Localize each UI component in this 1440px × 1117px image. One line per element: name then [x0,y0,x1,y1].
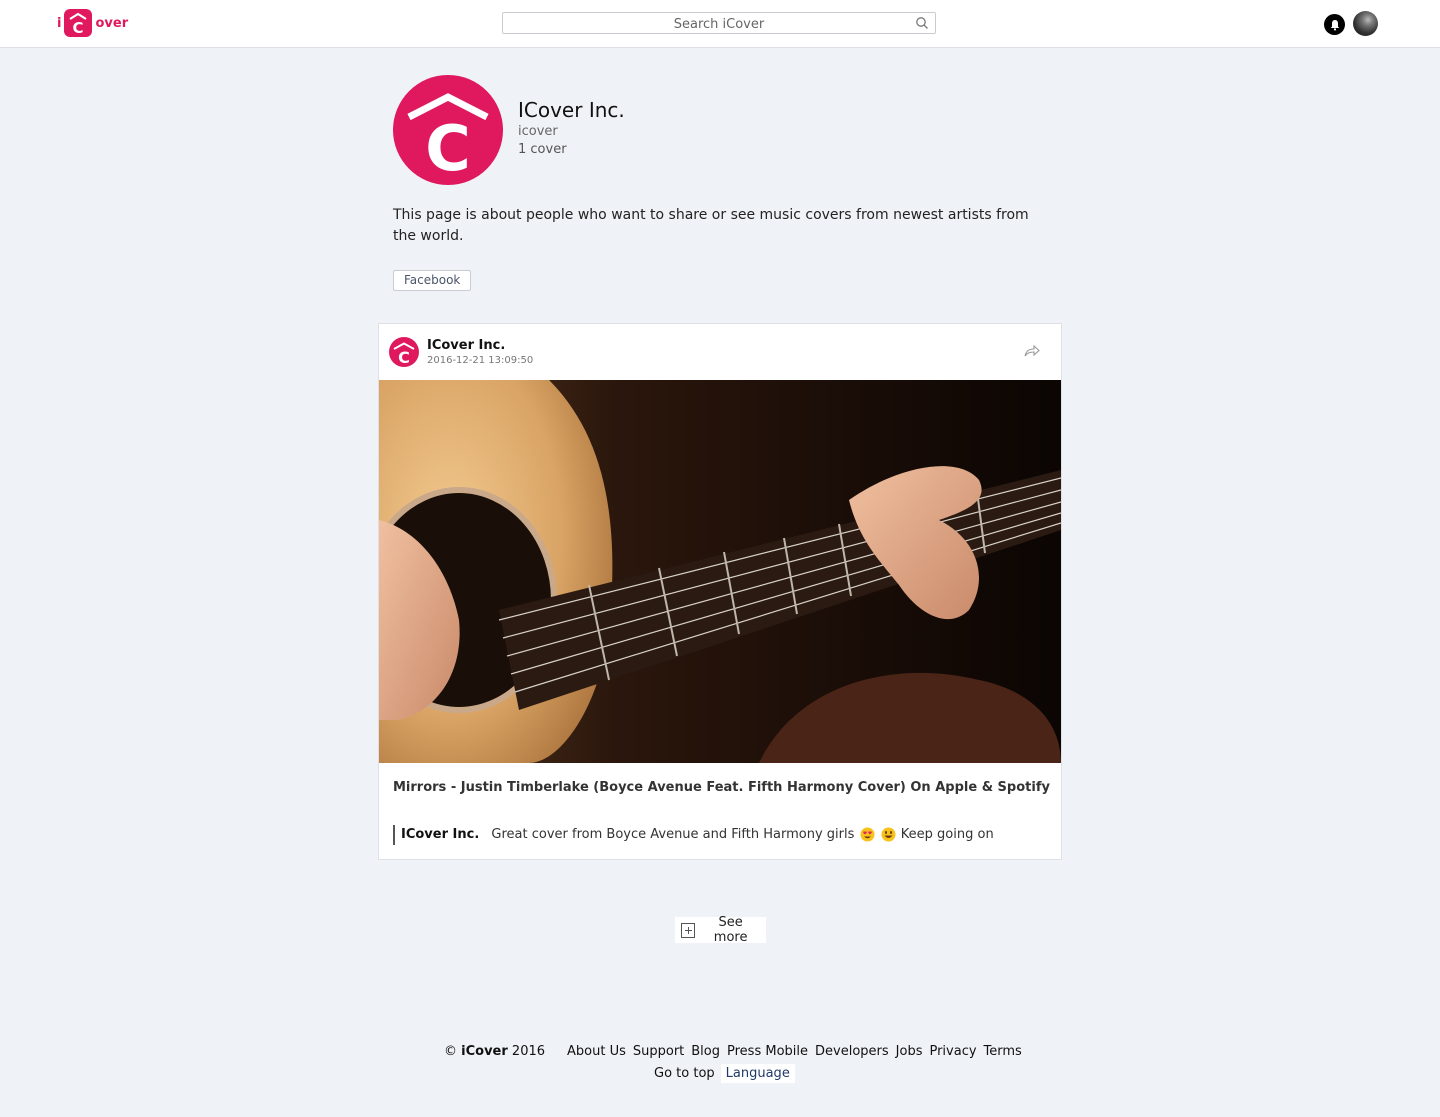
copyright-symbol: © [444,1044,457,1059]
footer-link-blog[interactable]: Blog [691,1044,720,1059]
svg-text:C: C [425,112,471,185]
footer-link-about[interactable]: About Us [567,1044,626,1059]
logo-mark-icon: C [64,9,93,37]
logo-letter-i: i [57,15,62,31]
copyright-year: 2016 [511,1044,546,1059]
site-logo[interactable]: i C over [57,9,128,37]
copyright: © iCover 2016 [444,1044,545,1059]
search-input[interactable] [503,14,935,35]
user-avatar[interactable] [1353,11,1378,36]
footer-secondary: Go to top Language [654,1064,795,1083]
bell-icon [1330,19,1339,30]
page-description: This page is about people who want to sh… [393,207,1029,244]
post-author[interactable]: ICover Inc. [427,338,505,353]
post-title[interactable]: Mirrors - Justin Timberlake (Boyce Avenu… [393,780,1050,795]
comment-text: Great cover from Boyce Avenue and Fifth … [491,827,855,842]
post-date: 2016-12-21 13:09:50 [427,355,534,366]
svg-text:C: C [398,348,410,367]
post-card: C ICover Inc. 2016-12-21 13:09:50 Mirror… [378,323,1062,860]
page-title: ICover Inc. [518,98,625,122]
page-handle: icover [518,124,558,139]
comment-author[interactable]: ICover Inc. [401,827,479,842]
see-more-label: See more [713,915,748,945]
footer-link-press-mobile[interactable]: Press Mobile [727,1044,808,1059]
footer-link-terms[interactable]: Terms [984,1044,1022,1059]
cover-count: 1 cover [518,142,567,157]
share-icon[interactable] [1024,344,1040,358]
notifications-button[interactable] [1324,14,1345,35]
heart-eyes-emoji-icon [860,827,875,842]
logo-letters-over: over [95,15,129,31]
top-bar: i C over [0,0,1440,48]
search-box [502,12,936,35]
go-to-top-link[interactable]: Go to top [654,1066,715,1081]
page-logo-icon: C [393,75,503,185]
copyright-brand: iCover [461,1044,508,1059]
plus-icon [681,922,696,938]
facebook-button[interactable]: Facebook [393,270,472,291]
footer-links: © iCover 2016 About Us Support Blog Pres… [444,1044,1029,1059]
language-selector[interactable]: Language [720,1064,795,1083]
grinning-emoji-icon [881,827,896,842]
footer-link-support[interactable]: Support [633,1044,684,1059]
search-icon[interactable] [915,16,929,30]
post-image[interactable] [379,380,1061,763]
post-author-avatar-icon[interactable]: C [389,337,419,367]
post-comment: ICover Inc. Great cover from Boyce Avenu… [393,825,994,845]
guitar-photo [379,380,1061,763]
comment-text-end: Keep going on [900,827,994,842]
footer-link-jobs[interactable]: Jobs [896,1044,923,1059]
see-more-button[interactable]: See more [675,915,766,945]
svg-text:C: C [73,19,84,37]
footer-link-privacy[interactable]: Privacy [929,1044,976,1059]
footer-link-developers[interactable]: Developers [815,1044,889,1059]
